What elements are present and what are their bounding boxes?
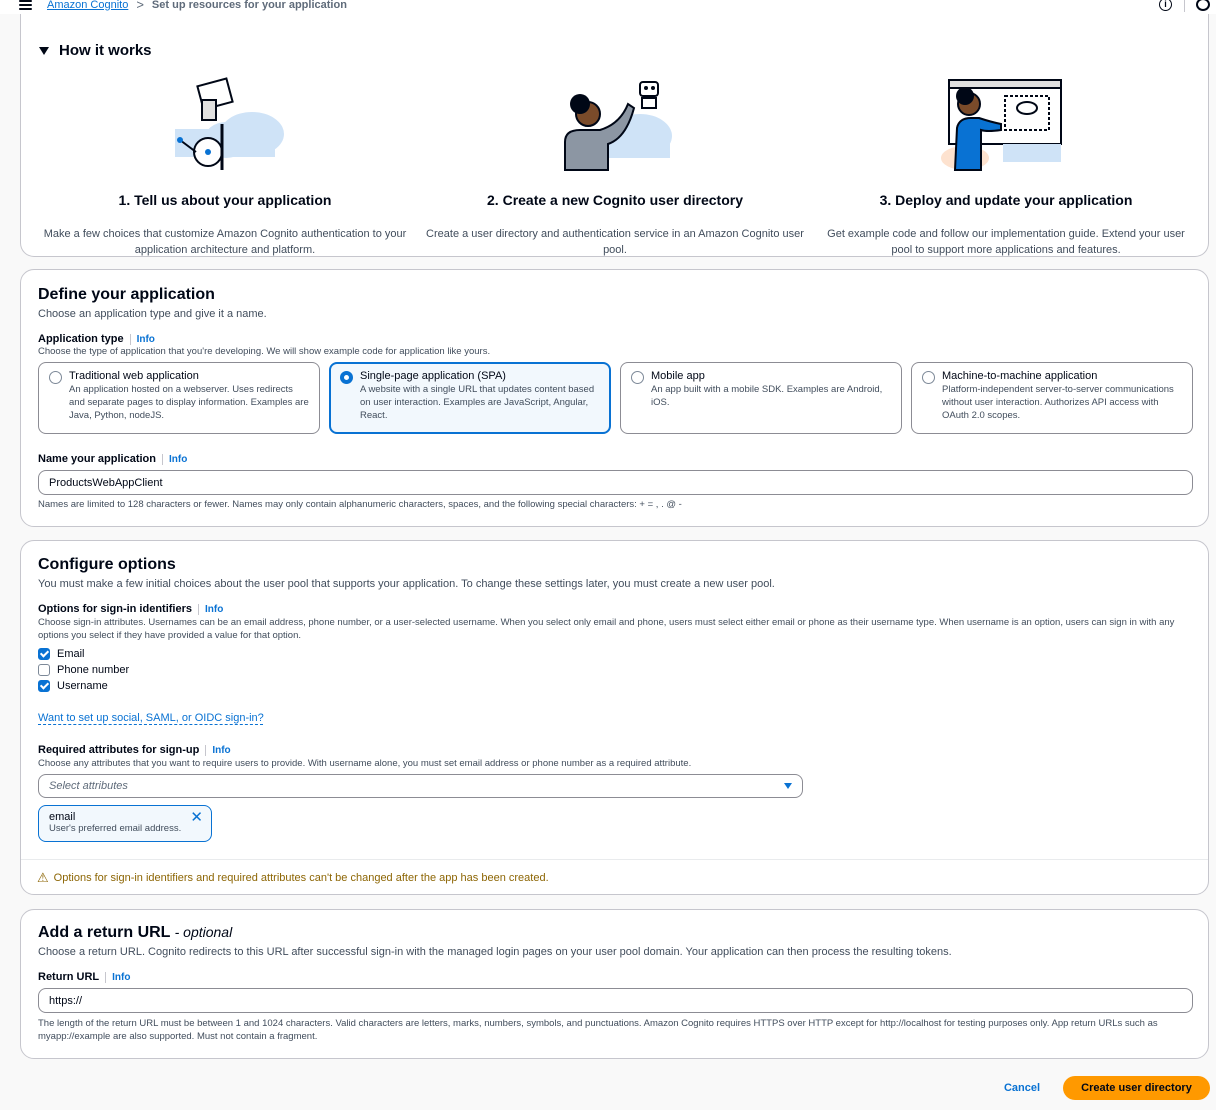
checkbox-email[interactable] [38, 648, 50, 660]
step-1-desc: Make a few choices that customize Amazon… [43, 228, 407, 256]
menu-icon[interactable] [19, 0, 32, 10]
how-it-works-toggle[interactable]: How it works [39, 42, 152, 59]
how-it-works-title: How it works [59, 42, 152, 59]
tile-title: Mobile app [651, 370, 705, 382]
required-attrs-info-link[interactable]: Info [205, 744, 231, 756]
configure-options-panel: Configure options You must make a few in… [20, 540, 1209, 895]
tile-title: Machine-to-machine application [942, 370, 1098, 382]
step-2: 2. Create a new Cognito user directory C… [425, 74, 805, 258]
close-icon[interactable]: ✕ [190, 810, 203, 825]
required-attrs-hint: Choose any attributes that you want to r… [38, 758, 692, 769]
checkbox-email-row[interactable]: Email [38, 646, 129, 662]
tile-traditional-web[interactable]: Traditional web application An applicati… [38, 362, 320, 434]
radio-mobile-app[interactable] [631, 371, 644, 384]
person-screen-illustration-icon [941, 74, 1071, 174]
settings-icon[interactable] [1196, 0, 1210, 11]
tile-desc: A website with a single URL that updates… [360, 384, 595, 421]
checkbox-phone[interactable] [38, 664, 50, 676]
checkbox-label: Phone number [57, 664, 130, 676]
caret-down-icon [39, 46, 49, 55]
email-attribute-token: email User's preferred email address. ✕ [38, 805, 212, 842]
radio-traditional-web[interactable] [49, 371, 62, 384]
tile-desc: An app built with a mobile SDK. Examples… [651, 384, 883, 408]
tile-title: Single-page application (SPA) [360, 370, 506, 382]
tile-title: Traditional web application [69, 370, 199, 382]
step-3-desc: Get example code and follow our implemen… [827, 228, 1185, 256]
signin-info-link[interactable]: Info [198, 603, 223, 615]
attributes-select[interactable]: Select attributes [38, 774, 803, 798]
app-type-label: Application type [38, 333, 124, 345]
breadcrumb: Amazon Cognito > Set up resources for yo… [47, 0, 347, 12]
return-url-label: Return URL [38, 971, 100, 983]
checkbox-label: Username [57, 680, 108, 692]
step-1: 1. Tell us about your application Make a… [35, 74, 415, 258]
select-placeholder: Select attributes [49, 780, 128, 792]
warning-alert: ⚠ Options for sign-in identifiers and re… [21, 859, 1208, 895]
app-type-info-link[interactable]: Info [129, 333, 155, 345]
return-url-hint: The length of the return URL must be bet… [38, 1018, 1158, 1042]
breadcrumb-current: Set up resources for your application [151, 0, 347, 11]
create-user-directory-button[interactable]: Create user directory [1063, 1076, 1210, 1100]
top-bar: Amazon Cognito > Set up resources for yo… [0, 0, 1216, 14]
app-type-hint: Choose the type of application that you'… [38, 346, 491, 357]
radio-spa[interactable] [340, 371, 353, 384]
how-it-works-panel: How it works 1. Tell us about your appli… [20, 14, 1209, 257]
social-saml-oidc-link[interactable]: Want to set up social, SAML, or OIDC sig… [38, 712, 264, 724]
checkbox-label: Email [57, 648, 85, 660]
define-title: Define your application [38, 286, 215, 303]
radio-machine-to-machine[interactable] [922, 371, 935, 384]
warning-text: Options for sign-in identifiers and requ… [53, 871, 549, 884]
configure-desc: You must make a few initial choices abou… [38, 578, 775, 590]
return-url-info-link[interactable]: Info [105, 971, 130, 983]
signin-hint: Choose sign-in attributes. Usernames can… [38, 617, 1175, 641]
return-url-title: Add a return URL - optional [38, 924, 233, 941]
tile-desc: Platform-independent server-to-server co… [942, 384, 1174, 421]
app-name-input[interactable] [38, 470, 1193, 495]
configure-title: Configure options [38, 556, 176, 573]
token-desc: User's preferred email address. [49, 823, 182, 834]
cancel-button[interactable]: Cancel [993, 1076, 1051, 1100]
tile-mobile-app[interactable]: Mobile app An app built with a mobile SD… [620, 362, 902, 434]
return-url-desc: Choose a return URL. Cognito redirects t… [38, 946, 952, 958]
breadcrumb-root-link[interactable]: Amazon Cognito [47, 0, 128, 11]
define-desc: Choose an application type and give it a… [38, 308, 267, 320]
return-url-panel: Add a return URL - optional Choose a ret… [20, 909, 1209, 1059]
step-3-title: 3. Deploy and update your application [879, 192, 1133, 208]
app-name-label: Name your application [38, 453, 156, 465]
chevron-right-icon: > [136, 0, 144, 12]
app-type-tiles: Traditional web application An applicati… [38, 362, 1193, 434]
step-1-title: 1. Tell us about your application [118, 192, 332, 208]
app-name-hint: Names are limited to 128 characters or f… [38, 499, 682, 510]
return-url-input[interactable] [38, 988, 1193, 1013]
step-2-title: 2. Create a new Cognito user directory [487, 192, 743, 208]
step-3: 3. Deploy and update your application Ge… [816, 74, 1196, 258]
tile-machine-to-machine[interactable]: Machine-to-machine application Platform-… [911, 362, 1193, 434]
token-name: email [49, 811, 76, 823]
caret-down-icon[interactable] [784, 783, 792, 789]
divider [1184, 0, 1185, 12]
tile-desc: An application hosted on a webserver. Us… [69, 384, 309, 421]
step-2-desc: Create a user directory and authenticati… [426, 228, 804, 256]
checkbox-username-row[interactable]: Username [38, 678, 129, 694]
person-robot-illustration-icon [550, 74, 680, 174]
warning-icon: ⚠ [37, 869, 49, 885]
robot-dog-illustration-icon [160, 74, 290, 174]
tile-spa[interactable]: Single-page application (SPA) A website … [329, 362, 611, 434]
info-icon[interactable]: i [1159, 0, 1172, 11]
app-name-info-link[interactable]: Info [161, 453, 187, 465]
required-attrs-label: Required attributes for sign-up [38, 744, 200, 756]
signin-label: Options for sign-in identifiers [38, 603, 192, 615]
checkbox-phone-row[interactable]: Phone number [38, 662, 129, 678]
define-application-panel: Define your application Choose an applic… [20, 269, 1209, 527]
optional-label: - optional [174, 924, 233, 940]
checkbox-username[interactable] [38, 680, 50, 692]
